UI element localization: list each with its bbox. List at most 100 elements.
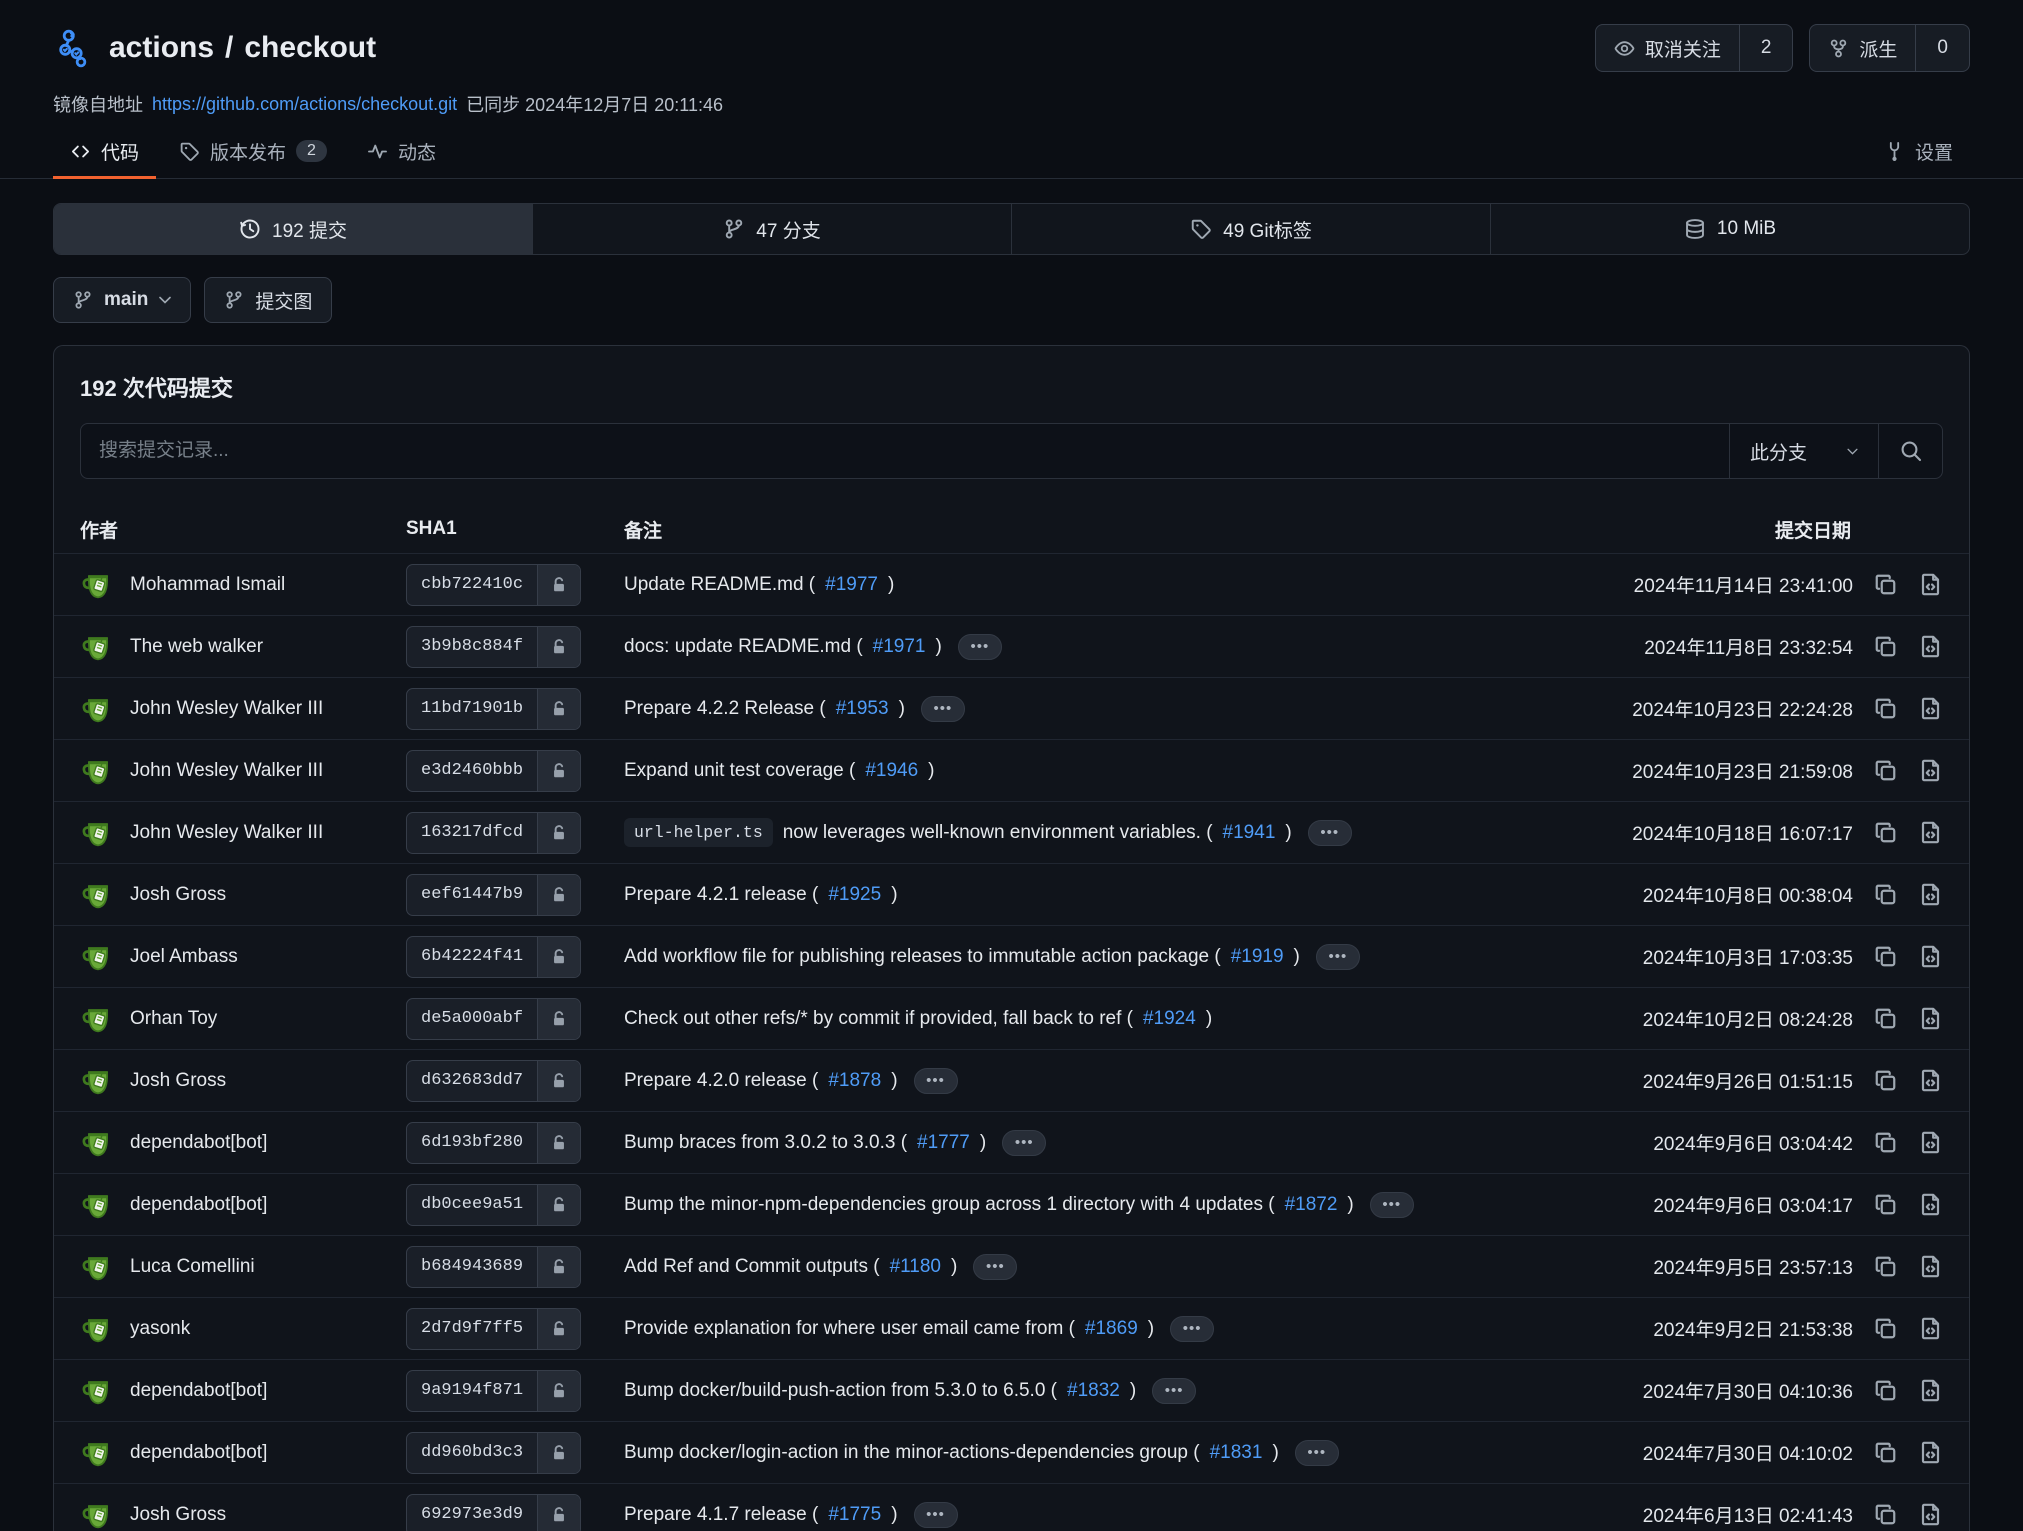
copy-sha-button[interactable] (1873, 634, 1898, 659)
copy-sha-button[interactable] (1873, 1440, 1898, 1465)
pr-link[interactable]: #1924 (1143, 1008, 1196, 1030)
commit-sha-badge[interactable]: de5a000abf (406, 998, 581, 1040)
branch-filter-dropdown[interactable]: 此分支 (1729, 424, 1878, 478)
copy-sha-button[interactable] (1873, 1006, 1898, 1031)
browse-source-button[interactable] (1918, 1378, 1943, 1403)
browse-source-button[interactable] (1918, 1502, 1943, 1527)
commit-author-name: The web walker (130, 636, 263, 658)
tab-releases[interactable]: 版本发布 2 (162, 123, 344, 179)
copy-sha-button[interactable] (1873, 1316, 1898, 1341)
commit-sha-badge[interactable]: db0cee9a51 (406, 1184, 581, 1226)
pr-link[interactable]: #1869 (1085, 1318, 1138, 1340)
fork-button[interactable]: 派生 (1810, 25, 1915, 71)
commit-sha-badge[interactable]: cbb722410c (406, 564, 581, 606)
copy-sha-button[interactable] (1873, 1502, 1898, 1527)
copy-sha-button[interactable] (1873, 758, 1898, 783)
pr-link[interactable]: #1775 (828, 1504, 881, 1526)
commit-ellipsis-button[interactable]: ••• (973, 1254, 1017, 1280)
copy-sha-button[interactable] (1873, 1378, 1898, 1403)
browse-source-button[interactable] (1918, 1068, 1943, 1093)
pr-link[interactable]: #1925 (828, 884, 881, 906)
commit-ellipsis-button[interactable]: ••• (914, 1068, 958, 1094)
stat-size[interactable]: 10 MiB (1490, 204, 1969, 254)
tab-settings[interactable]: 设置 (1867, 123, 1970, 179)
stat-tags[interactable]: 49 Git标签 (1011, 204, 1490, 254)
fork-count[interactable]: 0 (1915, 25, 1969, 71)
browse-source-button[interactable] (1918, 1130, 1943, 1155)
commit-sha-badge[interactable]: d632683dd7 (406, 1060, 581, 1102)
commit-ellipsis-button[interactable]: ••• (914, 1502, 958, 1528)
commit-sha-badge[interactable]: dd960bd3c3 (406, 1432, 581, 1474)
commit-sha-badge[interactable]: 11bd71901b (406, 688, 581, 730)
browse-source-button[interactable] (1918, 1316, 1943, 1341)
copy-sha-button[interactable] (1873, 696, 1898, 721)
pr-link[interactable]: #1946 (865, 760, 918, 782)
browse-source-button[interactable] (1918, 1192, 1943, 1217)
watch-count[interactable]: 2 (1739, 25, 1793, 71)
commit-ellipsis-button[interactable]: ••• (1316, 944, 1360, 970)
repo-name-link[interactable]: checkout (244, 31, 376, 65)
copy-sha-button[interactable] (1873, 1254, 1898, 1279)
browse-source-button[interactable] (1918, 572, 1943, 597)
pr-link[interactable]: #1872 (1285, 1194, 1338, 1216)
commit-ellipsis-button[interactable]: ••• (1152, 1378, 1196, 1404)
pr-link[interactable]: #1941 (1223, 822, 1276, 844)
pr-link[interactable]: #1878 (828, 1070, 881, 1092)
commit-sha-badge[interactable]: 2d7d9f7ff5 (406, 1308, 581, 1350)
copy-sha-button[interactable] (1873, 572, 1898, 597)
tab-activity[interactable]: 动态 (350, 123, 453, 179)
pr-link[interactable]: #1953 (836, 698, 889, 720)
commit-sha-badge[interactable]: e3d2460bbb (406, 750, 581, 792)
commit-graph-button[interactable]: 提交图 (204, 277, 332, 323)
repo-owner-link[interactable]: actions (109, 31, 214, 65)
copy-sha-button[interactable] (1873, 1068, 1898, 1093)
pr-link[interactable]: #1971 (873, 636, 926, 658)
browse-source-button[interactable] (1918, 1254, 1943, 1279)
browse-source-button[interactable] (1918, 1440, 1943, 1465)
commit-ellipsis-button[interactable]: ••• (1170, 1316, 1214, 1342)
search-input[interactable] (81, 424, 1729, 478)
commit-ellipsis-button[interactable]: ••• (1308, 820, 1352, 846)
commit-sha-badge[interactable]: eef61447b9 (406, 874, 581, 916)
branch-selector[interactable]: main (53, 277, 191, 323)
pr-link[interactable]: #1180 (890, 1256, 941, 1278)
commit-sha-badge[interactable]: b684943689 (406, 1246, 581, 1288)
tab-code[interactable]: 代码 (53, 123, 156, 179)
stat-commits[interactable]: 192 提交 (54, 204, 532, 254)
browse-source-button[interactable] (1918, 634, 1943, 659)
copy-sha-button[interactable] (1873, 820, 1898, 845)
search-button[interactable] (1878, 424, 1942, 478)
browse-source-button[interactable] (1918, 758, 1943, 783)
commit-sha-badge[interactable]: 6d193bf280 (406, 1122, 581, 1164)
stat-branches[interactable]: 47 分支 (532, 204, 1011, 254)
commit-sha-badge[interactable]: 9a9194f871 (406, 1370, 581, 1412)
unwatch-button[interactable]: 取消关注 (1596, 25, 1739, 71)
commit-ellipsis-button[interactable]: ••• (921, 696, 965, 722)
column-sha: SHA1 (406, 518, 624, 540)
avatar (80, 629, 116, 665)
commit-date: 2024年6月13日 02:41:43 (1643, 1501, 1853, 1528)
commit-sha-badge[interactable]: 3b9b8c884f (406, 626, 581, 668)
pr-link[interactable]: #1777 (917, 1132, 970, 1154)
commit-ellipsis-button[interactable]: ••• (1002, 1130, 1046, 1156)
pr-link[interactable]: #1919 (1231, 946, 1284, 968)
commit-ellipsis-button[interactable]: ••• (1370, 1192, 1414, 1218)
browse-source-button[interactable] (1918, 696, 1943, 721)
pr-link[interactable]: #1832 (1067, 1380, 1120, 1402)
copy-sha-button[interactable] (1873, 1130, 1898, 1155)
browse-source-button[interactable] (1918, 944, 1943, 969)
commit-sha-badge[interactable]: 6b42224f41 (406, 936, 581, 978)
copy-sha-button[interactable] (1873, 882, 1898, 907)
browse-source-button[interactable] (1918, 882, 1943, 907)
commit-sha-badge[interactable]: 692973e3d9 (406, 1494, 581, 1531)
pr-link[interactable]: #1977 (825, 574, 878, 596)
pr-link[interactable]: #1831 (1210, 1442, 1263, 1464)
copy-sha-button[interactable] (1873, 1192, 1898, 1217)
commit-sha-badge[interactable]: 163217dfcd (406, 812, 581, 854)
mirror-url-link[interactable]: https://github.com/actions/checkout.git (152, 94, 457, 115)
commit-ellipsis-button[interactable]: ••• (958, 634, 1002, 660)
commit-ellipsis-button[interactable]: ••• (1295, 1440, 1339, 1466)
browse-source-button[interactable] (1918, 1006, 1943, 1031)
browse-source-button[interactable] (1918, 820, 1943, 845)
copy-sha-button[interactable] (1873, 944, 1898, 969)
